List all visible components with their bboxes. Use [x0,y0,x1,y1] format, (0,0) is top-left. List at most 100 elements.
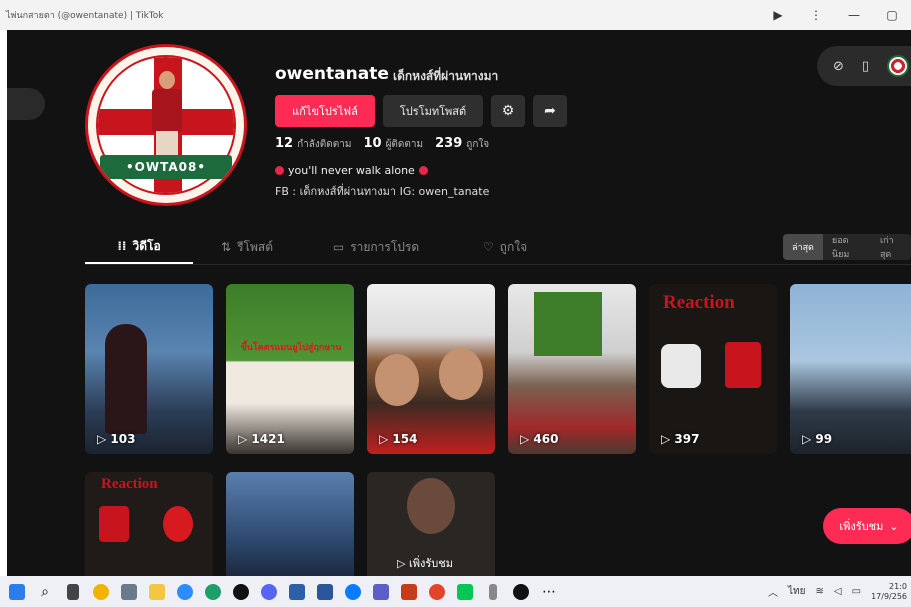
bio-line-1: you'll never walk alone [275,164,428,177]
bio-line-2: FB : เด็กหงส์ที่ผ่านทางมา IG: owen_tanat… [275,185,490,198]
edge-icon[interactable] [200,579,226,605]
avatar-banner: • OWTA08 • [100,155,232,179]
likes-stat: 239 ถูกใจ [435,136,490,151]
newcastle-crest-icon [661,344,701,388]
video-card[interactable] [226,472,354,576]
video-overlay-text: ขึ้นโคตรแมนยูไปสู่ฤกษาน [240,343,342,353]
gear-icon: ⚙ [501,103,515,119]
window-titlebar: ไพ่นกสายตา (@owentanate) | TikTok ▶ ⋮ — … [0,0,911,30]
sort-toggle: ล่าสุด ยอดนิยม เก่าสุด [783,234,911,260]
folder-icon[interactable] [144,579,170,605]
video-card[interactable]: ▷ 99 [790,284,911,454]
heart-emoji-icon [418,166,428,175]
sort-oldest[interactable]: เก่าสุด [871,234,911,260]
following-stat[interactable]: 12 กำลังติดตาม [275,136,351,152]
video-card[interactable]: ▷ 460 [508,284,636,454]
tab-reposts[interactable]: ⇅ รีโพสต์ [193,230,301,264]
start-icon[interactable] [4,579,30,605]
more-icon[interactable]: ⋯ [536,579,562,605]
system-tray: ︿ ไทย ≋ ◁ ▭ 21:0 17/9/256 [768,576,907,607]
bio-text-1: you'll never walk alone [288,164,415,177]
heart-emoji-icon [275,166,284,175]
compass-icon[interactable]: ⊘ [833,59,844,74]
tiktok-icon[interactable] [508,579,534,605]
tab-videos[interactable]: ⁞⁞ วิดีโอ [85,230,193,264]
clock[interactable]: 21:0 17/9/256 [871,582,907,602]
chrome-icon[interactable] [88,579,114,605]
watched-label: ▷ เพิ่งรับชม [397,557,453,570]
tiktok-app: ⊘ ▯ • OWTA08 • owentanate เด็กหงส์ที่ผ่า… [7,30,911,576]
video-views: ▷ 397 [661,432,700,446]
avatar-banner-text: OWTA08 [134,160,198,174]
search-icon[interactable]: ⌕ [32,579,58,605]
clock-time: 21:0 [889,581,907,591]
chevron-up-icon[interactable]: ︿ [768,584,778,599]
profile-tabs: ⁞⁞ วิดีโอ ⇅ รีโพสต์ ▭ รายการโปรด ♡ ถูกใจ [85,230,559,264]
sort-latest[interactable]: ล่าสุด [783,234,823,260]
bournemouth-crest-icon [163,506,193,542]
photos-icon[interactable] [424,579,450,605]
followers-stat[interactable]: 10 ผู้ติดตาม [363,136,423,152]
menu-icon[interactable]: ⋮ [797,0,835,30]
task-view-icon[interactable] [60,579,86,605]
language-indicator[interactable]: ไทย [788,584,805,599]
window-title: ไพ่นกสายตา (@owentanate) | TikTok [6,11,164,21]
video-card[interactable]: Reaction [85,472,213,576]
edit-profile-button[interactable]: แก้ไขโปรไฟล์ [275,95,375,127]
bookmark-icon: ▭ [332,240,345,254]
video-card[interactable]: ขึ้นโคตรแมนยูไปสู่ฤกษาน ▷ 1421 [226,284,354,454]
video-card[interactable]: ▷ 103 [85,284,213,454]
powerpoint-icon[interactable] [396,579,422,605]
profile-username: owentanate [275,64,389,84]
discord-icon[interactable] [256,579,282,605]
chevron-down-icon: ⌄ [889,519,899,533]
liverpool-crest-icon [725,342,761,388]
repost-icon: ⇅ [221,240,232,254]
tabs-divider [85,264,911,265]
volume-icon[interactable]: ◁ [834,586,842,597]
share-icon: ➦ [544,103,556,119]
video-card[interactable]: ▷ เพิ่งรับชม [367,472,495,576]
sort-popular[interactable]: ยอดนิยม [823,234,871,260]
profile-avatar: • OWTA08 • [85,44,247,206]
battery-icon[interactable]: ▭ [852,586,861,597]
media-icon[interactable]: ▶ [759,0,797,30]
share-button[interactable]: ➦ [533,95,567,127]
profile-nickname: เด็กหงส์ที่ผ่านทางมา [393,69,499,83]
video-card[interactable]: ▷ 154 [367,284,495,454]
messenger-icon[interactable] [340,579,366,605]
minimize-icon[interactable]: — [835,0,873,30]
video-overlay-text: Reaction [663,292,735,313]
video-card[interactable]: Reaction ▷ 397 [649,284,777,454]
wifi-icon[interactable]: ≋ [816,586,824,597]
device-icon[interactable]: ▯ [862,59,869,74]
grid-icon: ⁞⁞ [117,239,127,253]
profile-stats: 12 กำลังติดตาม 10 ผู้ติดตาม 239 ถูกใจ [275,136,489,152]
video-views: ▷ 154 [379,432,418,446]
heart-icon: ♡ [482,240,494,254]
video-views: ▷ 103 [97,432,136,446]
player-figure [150,71,184,157]
video-views: ▷ 99 [802,432,833,446]
tab-favorites[interactable]: ▭ รายการโปรด [301,230,451,264]
tiktok-icon[interactable] [228,579,254,605]
video-overlay-text: Reaction [101,476,158,492]
line-icon[interactable] [452,579,478,605]
settings-button[interactable]: ⚙ [491,95,525,127]
bottle-icon[interactable] [480,579,506,605]
camera-icon[interactable] [116,579,142,605]
clock-date: 17/9/256 [871,591,907,601]
user-avatar-small[interactable] [887,55,910,77]
promote-post-button[interactable]: โปรโมทโพสต์ [383,95,483,127]
word-icon[interactable] [312,579,338,605]
liverpool-crest-icon [99,506,129,542]
video-views: ▷ 460 [520,432,559,446]
tab-liked[interactable]: ♡ ถูกใจ [451,230,559,264]
recently-watched-button[interactable]: เพิ่งรับชม ⌄ [823,508,911,544]
zoom-icon[interactable] [172,579,198,605]
maximize-icon[interactable]: ▢ [873,0,911,30]
app-icon[interactable] [284,579,310,605]
teams-icon[interactable] [368,579,394,605]
search-pill[interactable] [7,88,45,120]
top-right-controls: ⊘ ▯ [817,46,911,86]
